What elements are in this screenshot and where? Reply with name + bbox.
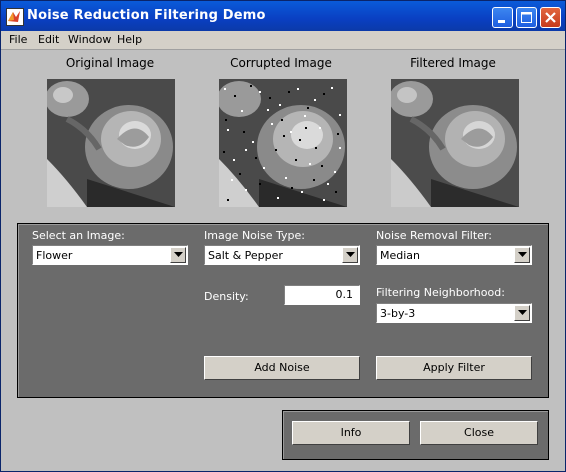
corrupted-image <box>217 79 347 207</box>
select-image-label: Select an Image: <box>32 229 125 242</box>
neighborhood-label: Filtering Neighborhood: <box>376 286 505 299</box>
noise-type-select[interactable]: Salt & Pepper <box>204 245 360 265</box>
footer-panel: Info Close <box>282 410 549 460</box>
main-window: Noise Reduction Filtering Demo File Edit… <box>0 0 566 472</box>
image-select-value: Flower <box>36 249 73 262</box>
matlab-logo-icon <box>6 8 24 26</box>
filtered-image-label: Filtered Image <box>410 56 496 70</box>
removal-filter-label: Noise Removal Filter: <box>376 229 492 242</box>
dropdown-arrow-icon[interactable] <box>170 247 186 263</box>
title-bar[interactable]: Noise Reduction Filtering Demo <box>1 1 565 31</box>
image-select[interactable]: Flower <box>32 245 188 265</box>
menu-help[interactable]: Help <box>117 33 142 46</box>
menu-window[interactable]: Window <box>68 33 111 46</box>
menu-bar: File Edit Window Help <box>1 31 565 50</box>
apply-filter-button[interactable]: Apply Filter <box>376 356 532 380</box>
noise-type-label: Image Noise Type: <box>204 229 305 242</box>
minimize-icon <box>498 20 505 23</box>
corrupted-image-label: Corrupted Image <box>230 56 332 70</box>
close-button[interactable]: Close <box>420 421 538 445</box>
client-area: Original Image Corrupted Image Filtered … <box>1 50 565 471</box>
neighborhood-select[interactable]: 3-by-3 <box>376 303 532 323</box>
maximize-button[interactable] <box>516 7 537 28</box>
minimize-button[interactable] <box>492 7 513 28</box>
dropdown-arrow-icon[interactable] <box>514 247 530 263</box>
add-noise-button[interactable]: Add Noise <box>204 356 360 380</box>
neighborhood-value: 3-by-3 <box>380 307 416 320</box>
info-button[interactable]: Info <box>292 421 410 445</box>
close-icon <box>545 12 556 23</box>
removal-filter-value: Median <box>380 249 421 262</box>
density-label: Density: <box>204 290 249 303</box>
dropdown-arrow-icon[interactable] <box>514 305 530 321</box>
control-panel: Select an Image: Flower Image Noise Type… <box>17 223 549 398</box>
noise-type-value: Salt & Pepper <box>208 249 283 262</box>
original-image <box>45 79 175 207</box>
removal-filter-select[interactable]: Median <box>376 245 532 265</box>
dropdown-arrow-icon[interactable] <box>342 247 358 263</box>
maximize-icon <box>521 12 532 23</box>
density-input[interactable]: 0.1 <box>284 285 360 305</box>
menu-file[interactable]: File <box>9 33 27 46</box>
close-window-button[interactable] <box>540 7 561 28</box>
filtered-image <box>389 79 519 207</box>
window-title: Noise Reduction Filtering Demo <box>27 8 266 23</box>
original-image-label: Original Image <box>65 56 155 70</box>
menu-edit[interactable]: Edit <box>38 33 59 46</box>
